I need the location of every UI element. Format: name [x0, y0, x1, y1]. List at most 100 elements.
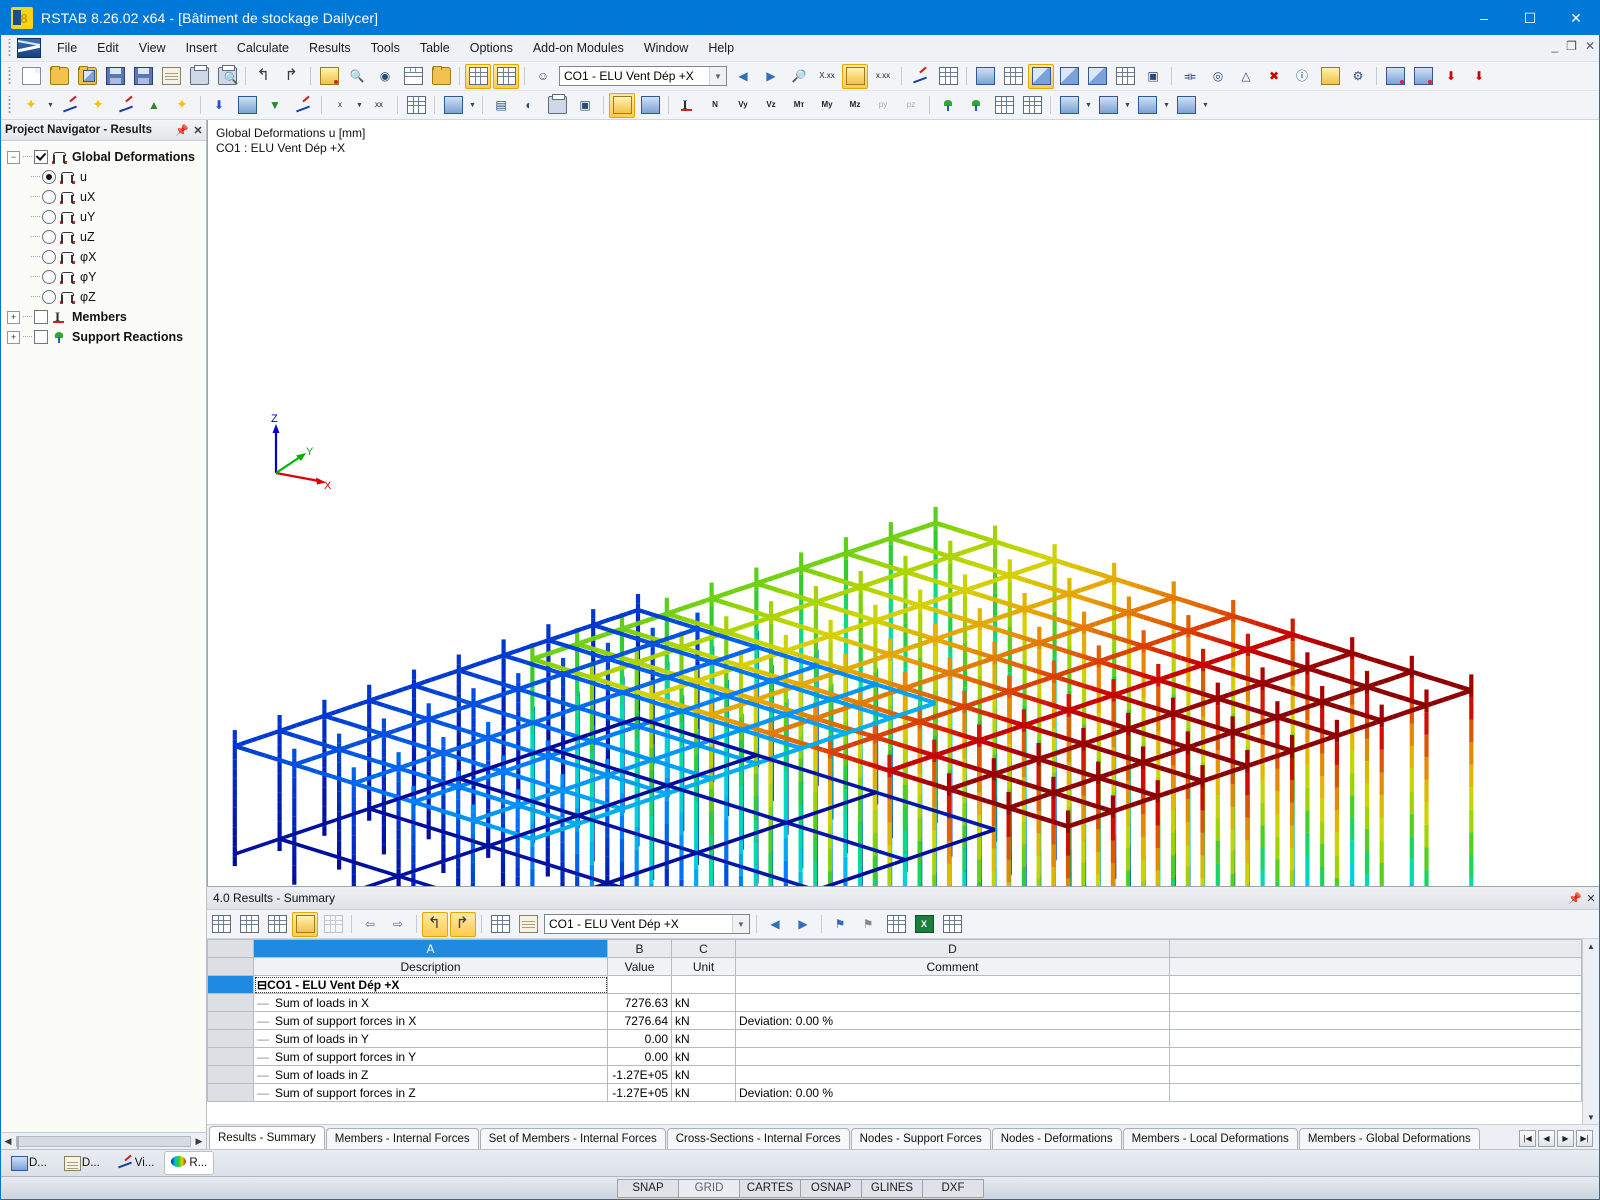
visibility-icon[interactable]: ▣: [1140, 64, 1166, 89]
render-shade-icon[interactable]: [1000, 64, 1026, 89]
result-display-dropdown-icon[interactable]: ▼: [1200, 94, 1211, 117]
radio-uz[interactable]: [42, 230, 56, 244]
calculator-icon[interactable]: [939, 912, 965, 937]
status-snap[interactable]: SNAP: [617, 1178, 679, 1198]
tab-members-global-deformations[interactable]: Members - Global Deformations: [1298, 1128, 1480, 1149]
row-number-cell[interactable]: [207, 993, 254, 1012]
menu-item-window[interactable]: Window: [634, 37, 698, 59]
menu-item-edit[interactable]: Edit: [87, 37, 129, 59]
pin-icon[interactable]: 📌: [174, 124, 190, 137]
save-all-icon[interactable]: [102, 64, 128, 89]
zoom-region-icon[interactable]: ◉: [372, 64, 398, 89]
magnify-result-icon[interactable]: 🔎: [786, 64, 812, 89]
pin-icon[interactable]: 📌: [1567, 892, 1583, 905]
structural-model-3d[interactable]: [208, 120, 1599, 886]
cross-select-icon[interactable]: ✖: [1261, 64, 1287, 89]
table-chart-icon[interactable]: [883, 912, 909, 937]
close-icon[interactable]: ✕: [1583, 892, 1599, 905]
deformation-shape-icon[interactable]: [609, 92, 635, 118]
settings-view-icon[interactable]: [1317, 64, 1343, 89]
crop-icon[interactable]: [403, 93, 429, 118]
radio-phiz[interactable]: [42, 290, 56, 304]
internal-force-Vy-icon[interactable]: Vy: [730, 93, 756, 118]
menu-item-tools[interactable]: Tools: [361, 37, 410, 59]
member-icon[interactable]: [57, 93, 83, 118]
column-header-a[interactable]: A: [253, 939, 608, 958]
load-case-combo[interactable]: CO1 - ELU Vent Dép +X ▼: [559, 66, 727, 86]
table-highlight-icon[interactable]: ⚑: [855, 912, 881, 937]
table-select-icon[interactable]: ⚑: [827, 912, 853, 937]
table-filter-icon[interactable]: [515, 912, 541, 937]
graphic-print-icon[interactable]: [544, 93, 570, 118]
new-folder-icon[interactable]: [428, 64, 454, 89]
table-view-icon[interactable]: [465, 63, 491, 89]
table-anchor-icon[interactable]: [264, 912, 290, 937]
load-icon[interactable]: ⬇: [1438, 64, 1464, 89]
section-icon[interactable]: [1112, 64, 1138, 89]
tab-members-local-deformations[interactable]: Members - Local Deformations: [1122, 1128, 1298, 1149]
result-back-icon[interactable]: ◀: [762, 912, 788, 937]
tab-members-internal-forces[interactable]: Members - Internal Forces: [325, 1128, 479, 1149]
tree-item-phiz[interactable]: φZ: [1, 287, 206, 307]
copy-move-icon[interactable]: [440, 93, 466, 118]
result-navigate-back-icon[interactable]: ◀: [730, 64, 756, 89]
tab-results-summary[interactable]: Results - Summary: [209, 1126, 325, 1149]
internal-force-py-icon[interactable]: py: [870, 93, 896, 118]
mirror-icon[interactable]: ◎: [1205, 64, 1231, 89]
table-row[interactable]: — Sum of support forces in Z -1.27E+05 kN…: [207, 1083, 1582, 1102]
status-cartes[interactable]: CARTES: [739, 1178, 801, 1198]
grid-table-icon[interactable]: [493, 63, 519, 89]
table-next-col-icon[interactable]: ⇨: [385, 912, 411, 937]
toolbar-grip-handle[interactable]: [5, 67, 14, 85]
tree-item-phiy[interactable]: φY: [1, 267, 206, 287]
result-navigate-forward-icon[interactable]: ▶: [758, 64, 784, 89]
row-number-cell[interactable]: [207, 1047, 254, 1066]
result-value-dropdown-icon[interactable]: ▼: [1083, 94, 1094, 117]
export-excel-icon[interactable]: X: [911, 912, 937, 937]
table-insert-icon[interactable]: [236, 912, 262, 937]
grid-settings-icon[interactable]: [487, 912, 513, 937]
member-support2-icon[interactable]: [234, 93, 260, 118]
table-row[interactable]: — Sum of support forces in X 7276.64 kN D…: [207, 1011, 1582, 1030]
print-icon[interactable]: [186, 64, 212, 89]
print-preview-icon[interactable]: 🔍: [214, 64, 240, 89]
result-filter-icon[interactable]: [1134, 93, 1160, 118]
menu-item-insert[interactable]: Insert: [176, 37, 227, 59]
menu-grip-handle[interactable]: [5, 39, 14, 57]
table-row[interactable]: — Sum of support forces in Y 0.00 kN: [207, 1047, 1582, 1066]
expander-icon[interactable]: −: [7, 150, 20, 164]
tab-cross-sections-internal-forces[interactable]: Cross-Sections - Internal Forces: [666, 1128, 850, 1149]
tab-next-button[interactable]: ▶: [1557, 1130, 1574, 1147]
deformation-icon[interactable]: [907, 64, 933, 89]
table-colors-icon[interactable]: [292, 911, 318, 937]
tree-item-phix[interactable]: φX: [1, 247, 206, 267]
nodal-load-icon[interactable]: x: [327, 93, 353, 118]
tab-nodes-support-forces[interactable]: Nodes - Support Forces: [850, 1128, 991, 1149]
surface-icon[interactable]: ▲: [141, 93, 167, 118]
close-icon[interactable]: ✕: [190, 124, 206, 137]
menu-item-results[interactable]: Results: [299, 37, 361, 59]
close-button[interactable]: ✕: [1553, 1, 1599, 35]
collapse-icon[interactable]: ⊟: [257, 978, 267, 992]
menu-item-view[interactable]: View: [129, 37, 176, 59]
model-viewport[interactable]: Global Deformations u [mm] CO1 : ELU Ven…: [207, 120, 1599, 886]
save-icon[interactable]: [130, 64, 156, 89]
minimize-button[interactable]: –: [1461, 1, 1507, 35]
support-reaction-icon[interactable]: [935, 93, 961, 118]
results-load-case-combo[interactable]: CO1 - ELU Vent Dép +X ▼: [544, 914, 750, 934]
tab-set-of-members-internal-forces[interactable]: Set of Members - Internal Forces: [479, 1128, 666, 1149]
internal-force-My-icon[interactable]: My: [814, 93, 840, 118]
mdi-minimize-button[interactable]: _: [1551, 39, 1558, 53]
new-icon[interactable]: [18, 64, 44, 89]
show-values-icon[interactable]: x.xx: [870, 64, 896, 89]
radio-phix[interactable]: [42, 250, 56, 264]
print-report-icon[interactable]: [935, 64, 961, 89]
info-icon[interactable]: ⓘ: [1289, 64, 1315, 89]
table-row[interactable]: — Sum of loads in X 7276.63 kN: [207, 993, 1582, 1012]
open-icon[interactable]: [46, 64, 72, 89]
member-support-icon[interactable]: [1410, 64, 1436, 89]
tab-last-button[interactable]: ▶|: [1576, 1130, 1593, 1147]
add-result-icon[interactable]: ☺: [530, 64, 556, 89]
shortcut-views[interactable]: Vi...: [110, 1151, 162, 1175]
chevron-down-icon[interactable]: ▼: [709, 67, 726, 85]
